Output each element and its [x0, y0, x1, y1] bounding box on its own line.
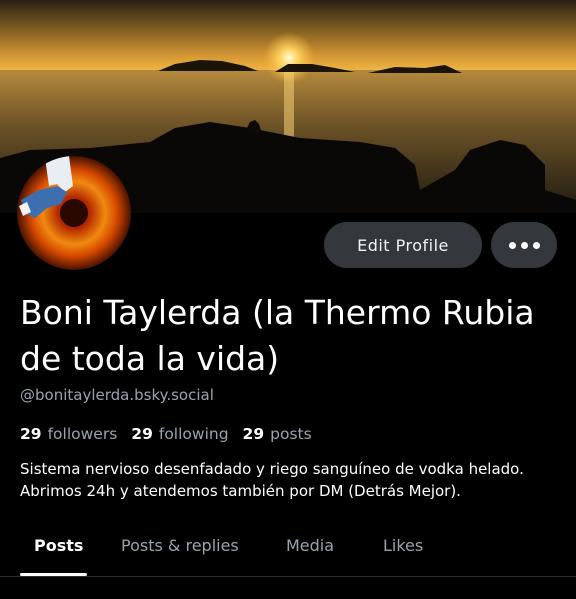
profile-tabs: Posts Posts & replies Media Likes: [0, 520, 576, 576]
following-count: 29: [131, 425, 153, 443]
following-link[interactable]: 29 following: [131, 425, 228, 443]
followers-label: followers: [47, 425, 118, 443]
edit-profile-label: Edit Profile: [357, 235, 449, 255]
display-name: Boni Taylerda (la Thermo Rubia de toda l…: [20, 293, 535, 378]
posts-stat: 29 posts: [243, 425, 312, 443]
profile-stats: 29 followers 29 following 29 posts: [20, 425, 312, 443]
ellipsis-icon: [508, 241, 540, 249]
avatar-image: [17, 156, 131, 270]
posts-label: posts: [270, 425, 312, 443]
avatar[interactable]: [17, 156, 131, 270]
profile-bio: Sistema nervioso desenfadado y riego san…: [20, 460, 524, 500]
tabs-divider: [0, 576, 576, 577]
followers-link[interactable]: 29 followers: [20, 425, 117, 443]
tab-posts-and-replies[interactable]: Posts & replies: [121, 536, 239, 555]
edit-profile-button[interactable]: Edit Profile: [324, 222, 482, 268]
tab-likes[interactable]: Likes: [383, 536, 423, 555]
following-label: following: [158, 425, 229, 443]
followers-count: 29: [20, 425, 42, 443]
tab-posts[interactable]: Posts: [34, 536, 83, 555]
tab-media[interactable]: Media: [286, 536, 334, 555]
more-options-button[interactable]: [491, 222, 557, 268]
posts-count: 29: [242, 425, 265, 443]
profile-handle: @bonitaylerda.bsky.social: [20, 386, 214, 404]
